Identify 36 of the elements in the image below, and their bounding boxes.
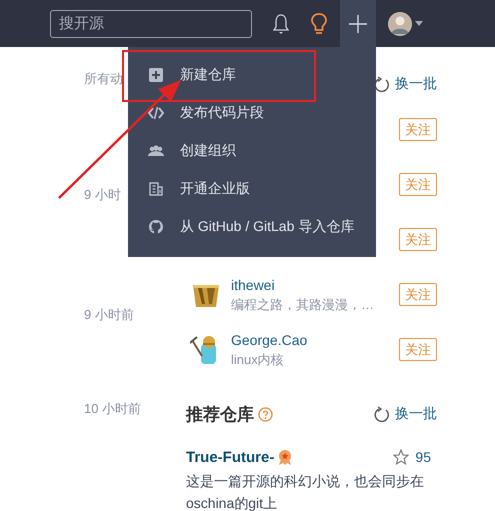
repo-name-link[interactable]: True-Future- [186, 448, 274, 466]
timestamp: 10 小时前 [84, 400, 142, 418]
plus-square-icon [148, 67, 164, 83]
star-count: 95 [415, 449, 431, 465]
star-icon[interactable] [393, 449, 410, 465]
menu-item[interactable]: 新建仓库 [128, 56, 376, 94]
add-button[interactable] [340, 0, 376, 47]
menu-item[interactable]: 发布代码片段 [128, 94, 376, 132]
user-bio: 编程之路，其路漫漫，… [231, 296, 374, 314]
section-title: 推荐仓库 [186, 404, 254, 426]
repo-description: 这是一篇开源的科幻小说，也会同步在oschina的git上 [186, 472, 425, 511]
refresh-icon [373, 76, 389, 92]
github-icon [148, 219, 164, 235]
user-bio: linux内核 [231, 350, 284, 368]
lightbulb-icon[interactable] [310, 12, 328, 36]
caret-icon[interactable] [415, 21, 423, 26]
building-icon [148, 181, 164, 197]
code-icon [148, 105, 164, 121]
group-icon [148, 143, 164, 159]
plus-icon [348, 14, 368, 34]
user-name-link[interactable]: ithewei [231, 276, 275, 294]
bell-icon[interactable] [272, 12, 290, 34]
search-field[interactable]: 搜开源 [50, 10, 252, 38]
help-icon[interactable] [258, 406, 273, 422]
refresh-link[interactable]: 换一批 [373, 75, 437, 93]
refresh-link[interactable]: 换一批 [373, 405, 437, 423]
timestamp: 9 小时前 [84, 306, 134, 324]
menu-item[interactable]: 从 GitHub / GitLab 导入仓库 [128, 208, 376, 246]
user-name-link[interactable]: George.Cao [231, 330, 308, 350]
menu-item[interactable]: 开通企业版 [128, 170, 376, 208]
menu-item[interactable]: 创建组织 [128, 132, 376, 170]
avatar[interactable] [388, 12, 412, 36]
refresh-icon [373, 406, 389, 422]
timestamp: 9 小时 [84, 186, 121, 204]
timestamp: 所有动 [84, 70, 123, 88]
medal-icon [278, 449, 292, 465]
